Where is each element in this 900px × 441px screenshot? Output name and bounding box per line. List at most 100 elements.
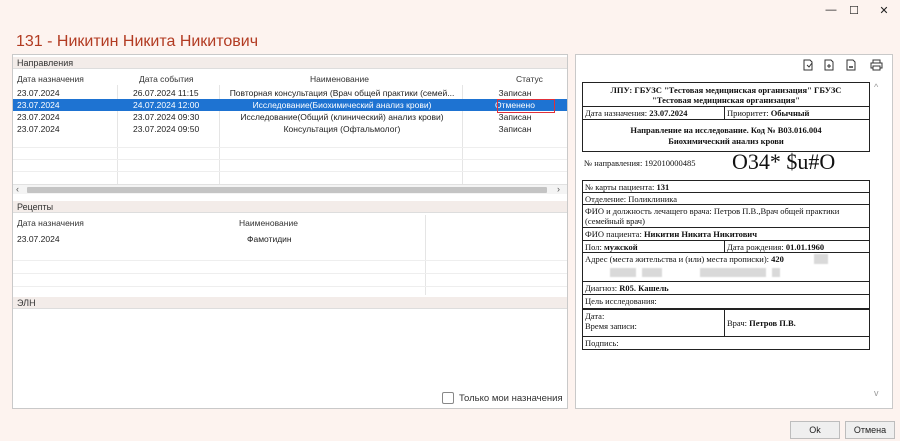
card-label: № карты пациента:: [585, 182, 655, 192]
column-header-name[interactable]: Наименование: [239, 217, 339, 229]
referrals-header-row: Дата назначения Дата события Наименовани…: [13, 73, 567, 85]
close-icon[interactable]: ✕: [873, 2, 895, 18]
patient-label: ФИО пациента:: [585, 229, 642, 239]
status-cell: Записан: [498, 124, 532, 134]
prescriptions-header-row: Дата назначения Наименование: [13, 217, 567, 229]
column-header-name[interactable]: Наименование: [310, 73, 390, 85]
doc-title-line1: Направление на исследование. Код № B03.0…: [630, 125, 822, 135]
doctor-label: ФИО и должность лечащего врача:: [585, 206, 712, 216]
referral-number-line: № направления: 192010000485: [584, 158, 695, 168]
referrals-horizontal-scrollbar[interactable]: ‹ ›: [13, 184, 567, 194]
column-header-status[interactable]: Статус: [516, 73, 556, 85]
table-row-selected[interactable]: 23.07.2024 24.07.2024 12:00 Исследование…: [13, 99, 567, 111]
appointments-panel: Направления Дата назначения Дата события…: [12, 54, 568, 409]
doctor2-line: Врач: Петров П.В.: [727, 318, 796, 328]
export-alt-icon[interactable]: [844, 59, 858, 73]
assigned-date-cell: 23.07.2024: [17, 234, 60, 244]
prescriptions-section-header: Рецепты: [13, 201, 567, 213]
patient-line: ФИО пациента: Никитин Никита Никитович: [585, 229, 757, 239]
lpu-line1: ЛПУ: ГБУЗС "Тестовая медицинская организ…: [610, 85, 842, 95]
name-cell: Фамотидин: [247, 234, 292, 244]
address-line: Адрес (места жительства и (или) места пр…: [585, 254, 784, 264]
sex-line: Пол: мужской: [585, 242, 638, 252]
doc-title-line2: Биохимический анализ крови: [668, 136, 784, 146]
doctor2-label: Врач:: [727, 318, 747, 328]
referral-number-value: 192010000485: [644, 158, 696, 168]
diagnosis-label: Диагноз:: [585, 283, 618, 293]
doctor-value-line2: (семейный врач): [585, 216, 645, 226]
scroll-up-icon[interactable]: ^: [874, 82, 878, 92]
address-label: Адрес (места жительства и (или) места пр…: [585, 254, 770, 264]
scroll-down-icon[interactable]: v: [874, 388, 879, 398]
column-header-assigned-date[interactable]: Дата назначения: [17, 217, 117, 229]
scroll-left-icon[interactable]: ‹: [16, 184, 19, 194]
only-mine-label: Только мои назначения: [459, 392, 563, 404]
dob-line: Дата рождения: 01.01.1960: [727, 242, 824, 252]
scrollbar-thumb[interactable]: [27, 187, 547, 193]
column-header-event-date[interactable]: Дата события: [139, 73, 219, 85]
address-value: 420: [771, 254, 784, 264]
dob-label: Дата рождения:: [727, 242, 784, 252]
window-titlebar: — ☐ ✕: [0, 0, 900, 22]
export-icon[interactable]: [822, 59, 836, 73]
priority-line: Приоритет: Обычный: [727, 108, 809, 118]
print-icon[interactable]: [869, 59, 883, 73]
redacted-address: [700, 268, 766, 277]
prescriptions-grid: Дата назначения Наименование 23.07.2024 …: [13, 215, 567, 295]
visit-time-label: Время записи:: [585, 321, 637, 331]
lpu-line2: "Тестовая медицинская организация": [652, 95, 800, 105]
cancel-button[interactable]: Отмена: [845, 421, 895, 439]
event-date-cell: 23.07.2024 09:30: [133, 112, 200, 122]
redacted-address: [814, 254, 828, 264]
barcode-text: O34* $u#O: [732, 149, 836, 174]
doctor-value: Петров П.В.,Врач общей практики: [713, 206, 840, 216]
date-value: 23.07.2024: [649, 108, 688, 118]
doctor-line: ФИО и должность лечащего врача: Петров П…: [585, 206, 839, 216]
only-mine-checkbox[interactable]: [442, 392, 454, 404]
event-date-cell: 24.07.2024 12:00: [133, 100, 200, 110]
assigned-date-cell: 23.07.2024: [17, 88, 60, 98]
document-icon[interactable]: [801, 59, 815, 73]
signature-label: Подпись:: [585, 338, 619, 348]
referrals-grid: Дата назначения Дата события Наименовани…: [13, 71, 567, 189]
department-line: Отделение: Поликлиника: [585, 194, 677, 204]
sex-value: мужской: [604, 242, 638, 252]
table-row[interactable]: 23.07.2024 23.07.2024 09:50 Консультация…: [13, 123, 567, 135]
priority-value: Обычный: [770, 108, 810, 118]
name-cell: Исследование(Биохимический анализ крови): [252, 100, 432, 110]
scroll-right-icon[interactable]: ›: [557, 184, 560, 194]
visit-date-label: Дата:: [585, 311, 605, 321]
table-row[interactable]: 23.07.2024 23.07.2024 09:30 Исследование…: [13, 111, 567, 123]
assigned-date-cell: 23.07.2024: [17, 112, 60, 122]
status-cancelled-highlight: [497, 99, 555, 113]
only-mine-checkbox-wrap[interactable]: Только мои назначения: [442, 392, 563, 404]
redacted-address: [772, 268, 780, 277]
minimize-icon[interactable]: —: [820, 2, 842, 18]
table-row[interactable]: 23.07.2024 26.07.2024 11:15 Повторная ко…: [13, 87, 567, 99]
priority-label: Приоритет:: [727, 108, 769, 118]
dob-value: 01.01.1960: [785, 242, 825, 252]
name-cell: Повторная консультация (Врач общей практ…: [229, 88, 455, 98]
diagnosis-line: Диагноз: R05. Кашель: [585, 283, 669, 293]
department-value: Поликлиника: [628, 194, 678, 204]
referrals-section-header: Направления: [13, 57, 567, 69]
referral-number-label: № направления:: [584, 158, 643, 168]
redacted-address: [642, 268, 662, 277]
page-title: 131 - Никитин Никита Никитович: [16, 33, 259, 50]
assigned-date-line: Дата назначения: 23.07.2024: [585, 108, 688, 118]
event-date-cell: 23.07.2024 09:50: [133, 124, 200, 134]
assigned-date-cell: 23.07.2024: [17, 100, 60, 110]
date-label: Дата назначения:: [585, 108, 648, 118]
document-vertical-scrollbar[interactable]: ^ v: [874, 82, 884, 404]
eln-section-header: ЭЛН: [13, 297, 567, 309]
goal-label: Цель исследования:: [585, 296, 657, 306]
status-cell: Записан: [498, 88, 532, 98]
card-value: 131: [656, 182, 670, 192]
maximize-icon[interactable]: ☐: [843, 2, 865, 18]
ok-button[interactable]: Ok: [790, 421, 840, 439]
assigned-date-cell: 23.07.2024: [17, 124, 60, 134]
redacted-address: [610, 268, 636, 277]
column-header-assigned-date[interactable]: Дата назначения: [17, 73, 117, 85]
table-row[interactable]: 23.07.2024 Фамотидин: [13, 233, 567, 245]
event-date-cell: 26.07.2024 11:15: [133, 88, 199, 98]
